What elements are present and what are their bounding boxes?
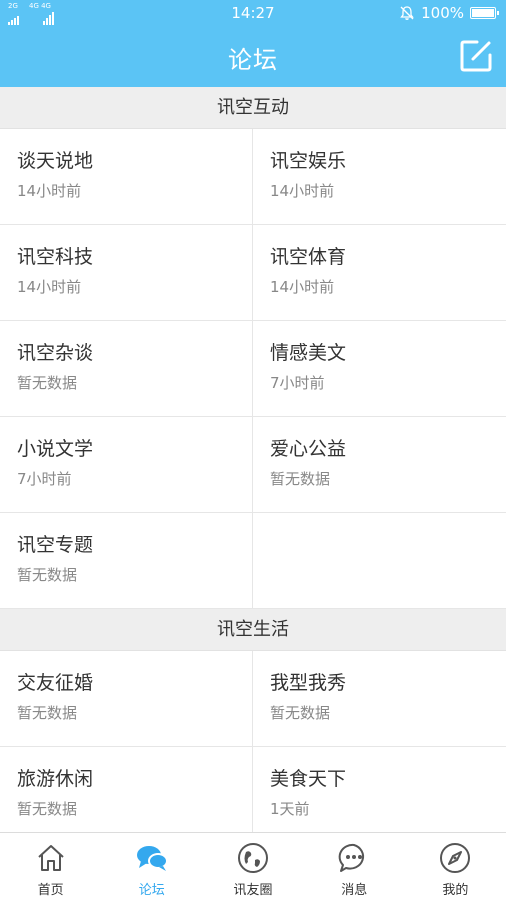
forum-board[interactable]: 讯空娱乐 14小时前 — [253, 129, 506, 225]
forum-board[interactable]: 讯空体育 14小时前 — [253, 225, 506, 321]
board-name: 讯空体育 — [270, 246, 347, 268]
section-header-interaction: 讯空互动 — [0, 87, 506, 129]
forum-board[interactable]: 旅游休闲 暂无数据 — [0, 747, 253, 832]
board-updated: 14小时前 — [17, 182, 82, 200]
board-name: 讯空科技 — [17, 246, 94, 268]
globe-icon — [238, 843, 268, 873]
board-name: 旅游休闲 — [17, 768, 94, 790]
tab-label: 论坛 — [138, 883, 165, 898]
board-updated: 14小时前 — [17, 278, 82, 296]
section-header-life: 讯空生活 — [0, 609, 506, 651]
board-name: 小说文学 — [17, 438, 94, 460]
tab-friends-circle[interactable]: 讯友圈 — [202, 833, 303, 900]
compass-icon — [440, 843, 471, 873]
forum-board[interactable]: 讯空杂谈 暂无数据 — [0, 321, 253, 417]
page-title: 论坛 — [228, 46, 278, 74]
bottom-tab-bar: 首页 论坛 讯友圈 消息 我的 — [0, 832, 506, 900]
home-icon — [37, 845, 64, 871]
alarm-off-icon — [400, 6, 414, 20]
forum-board[interactable]: 讯空科技 14小时前 — [0, 225, 253, 321]
board-name: 情感美文 — [270, 342, 347, 364]
forum-grid-interaction: 谈天说地 14小时前 讯空娱乐 14小时前 讯空科技 14小时前 讯空体育 14… — [0, 129, 506, 609]
board-updated: 7小时前 — [270, 374, 325, 392]
forum-content[interactable]: 讯空互动 谈天说地 14小时前 讯空娱乐 14小时前 讯空科技 14小时前 讯空… — [0, 87, 506, 832]
board-name: 爱心公益 — [270, 438, 347, 460]
tab-forum[interactable]: 论坛 — [101, 833, 202, 900]
forum-board[interactable]: 交友征婚 暂无数据 — [0, 651, 253, 747]
board-updated: 暂无数据 — [17, 704, 78, 722]
board-name: 讯空杂谈 — [17, 342, 94, 364]
empty-cell — [253, 513, 506, 609]
board-updated: 暂无数据 — [17, 566, 78, 584]
board-name: 谈天说地 — [17, 150, 94, 172]
tab-label: 消息 — [341, 883, 368, 898]
tab-label: 我的 — [442, 883, 469, 898]
tab-mine[interactable]: 我的 — [405, 833, 506, 900]
board-updated: 14小时前 — [270, 182, 335, 200]
board-updated: 1天前 — [270, 800, 310, 818]
forum-board[interactable]: 讯空专题 暂无数据 — [0, 513, 253, 609]
board-updated: 暂无数据 — [17, 800, 78, 818]
forum-board[interactable]: 小说文学 7小时前 — [0, 417, 253, 513]
board-name: 讯空娱乐 — [270, 150, 347, 172]
status-bar: 2G 4G 4G 14:27 100% — [0, 0, 506, 26]
board-name: 我型我秀 — [270, 672, 347, 694]
forum-board[interactable]: 我型我秀 暂无数据 — [253, 651, 506, 747]
tab-label: 讯友圈 — [233, 883, 273, 898]
tab-label: 首页 — [37, 883, 64, 898]
board-updated: 暂无数据 — [270, 704, 331, 722]
compose-button[interactable] — [458, 38, 494, 74]
board-updated: 暂无数据 — [17, 374, 78, 392]
forum-board[interactable]: 情感美文 7小时前 — [253, 321, 506, 417]
board-name: 交友征婚 — [17, 672, 94, 694]
board-name: 美食天下 — [270, 768, 347, 790]
board-name: 讯空专题 — [17, 534, 94, 556]
battery-icon — [470, 7, 499, 19]
board-updated: 7小时前 — [17, 470, 72, 488]
forum-grid-life: 交友征婚 暂无数据 我型我秀 暂无数据 旅游休闲 暂无数据 美食天下 1天前 — [0, 651, 506, 832]
forum-board[interactable]: 谈天说地 14小时前 — [0, 129, 253, 225]
forum-board[interactable]: 爱心公益 暂无数据 — [253, 417, 506, 513]
app-header: 论坛 — [0, 26, 506, 87]
status-right: 100% — [399, 4, 499, 22]
message-dots-icon — [338, 843, 365, 872]
board-updated: 暂无数据 — [270, 470, 331, 488]
chat-bubbles-icon — [136, 846, 168, 871]
edit-icon — [460, 40, 492, 72]
board-updated: 14小时前 — [270, 278, 335, 296]
tab-messages[interactable]: 消息 — [304, 833, 405, 900]
battery-percent: 100% — [421, 4, 464, 22]
forum-board[interactable]: 美食天下 1天前 — [253, 747, 506, 832]
tab-home[interactable]: 首页 — [0, 833, 101, 900]
